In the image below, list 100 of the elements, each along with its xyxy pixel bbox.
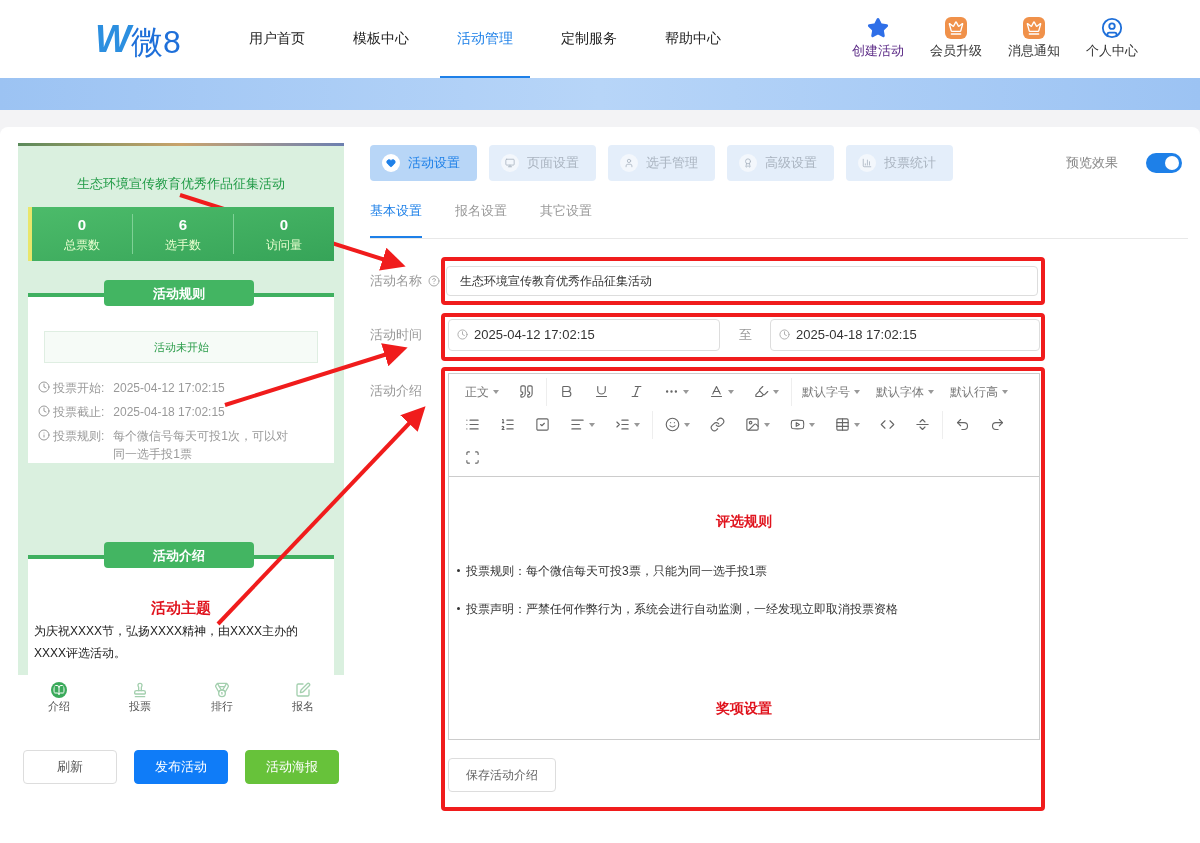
clock-icon: [38, 381, 50, 394]
nav-item-icon: [295, 681, 312, 698]
nav-item-icon: [50, 681, 67, 698]
bottom-nav-item[interactable]: 报名: [262, 675, 344, 721]
emoji-icon: [665, 417, 680, 432]
header-action[interactable]: 个人中心: [1086, 17, 1138, 61]
header-action[interactable]: 创建活动: [852, 17, 904, 61]
caret-icon: [493, 389, 499, 394]
intro-subtitle: 活动主题: [150, 598, 212, 619]
checkbox-icon: [535, 417, 550, 432]
content-text: 投票规则：每个微信每天可投3票，只能为同一选手投1票: [466, 562, 768, 580]
preview-action-button[interactable]: 刷新: [23, 750, 117, 784]
bullet-icon: [457, 607, 460, 610]
info-icon: [38, 429, 50, 442]
nav-tab[interactable]: 用户首页: [232, 0, 322, 78]
divider-icon: [915, 417, 930, 432]
rule-label: 投票开始:: [53, 380, 105, 398]
caret-icon: [773, 389, 779, 394]
table-icon: [835, 417, 850, 432]
content-text: 投票声明：严禁任何作弊行为，系统会进行自动监测，一经发现立即取消投票资格: [466, 600, 898, 618]
date-input[interactable]: 2025-04-12 17:02:15: [448, 318, 720, 351]
numbered-list-icon: [500, 417, 515, 432]
preview-action-button[interactable]: 发布活动: [134, 750, 228, 784]
format-dropdown[interactable]: 默认字号: [796, 382, 866, 401]
header-action[interactable]: 会员升级: [930, 17, 982, 61]
rule-value: 2025-04-12 17:02:15: [113, 380, 226, 398]
caret-icon: [1002, 389, 1008, 394]
logo[interactable]: W微8: [95, 20, 215, 58]
quote-icon: [519, 384, 534, 399]
caret-icon: [854, 422, 860, 427]
caret-icon: [854, 389, 860, 394]
link-icon: [710, 417, 725, 432]
field-label: 活动介绍: [370, 381, 423, 400]
caret-icon: [589, 422, 595, 427]
star-icon: [867, 17, 889, 40]
section-ribbon: 活动规则: [104, 280, 254, 307]
clock-icon: [779, 329, 790, 340]
stat-label: 访问量: [266, 237, 302, 255]
header-action[interactable]: 消息通知: [1008, 17, 1060, 61]
format-dropdown[interactable]: 默认行高: [944, 382, 1014, 401]
sub-tab[interactable]: 基本设置: [370, 201, 422, 238]
caret-icon: [634, 422, 640, 427]
bold-icon: [559, 384, 574, 399]
status-box: 活动未开始: [44, 331, 318, 364]
stat-value: 6: [178, 214, 188, 235]
redo-icon: [990, 417, 1005, 432]
preview-toggle[interactable]: [1146, 153, 1182, 173]
highlight-icon: [754, 384, 769, 399]
name-input[interactable]: 生态环境宣传教育优秀作品征集活动: [446, 265, 1038, 296]
section-ribbon: 活动介绍: [104, 542, 254, 569]
nav-tab[interactable]: 帮助中心: [648, 0, 738, 78]
content-heading: 评选规则: [714, 511, 773, 531]
tab-icon: [624, 158, 634, 168]
help-icon: [428, 274, 440, 287]
tab-icon: [743, 158, 753, 168]
content-heading: 奖项设置: [715, 698, 773, 718]
underline-icon: [594, 384, 609, 399]
caret-icon: [683, 389, 689, 394]
bottom-nav-item[interactable]: 排行: [181, 675, 263, 721]
nav-item-icon: [132, 681, 149, 698]
bullet-icon: [457, 569, 460, 572]
clock-icon: [457, 329, 468, 340]
field-label: 活动名称: [370, 271, 423, 290]
caret-icon: [928, 389, 934, 394]
video-icon: [790, 417, 805, 432]
caret-icon: [809, 422, 815, 427]
undo-icon: [955, 417, 970, 432]
stat-value: 0: [279, 214, 289, 235]
rule-value: 每个微信号每天可投1次，可以对同一选手投1票: [113, 428, 290, 464]
stat-value: 0: [77, 214, 87, 235]
clock-icon: [38, 405, 50, 418]
nav-tab[interactable]: 模板中心: [336, 0, 426, 78]
rule-label: 投票截止:: [53, 404, 105, 422]
align-icon: [570, 417, 585, 432]
date-input[interactable]: 2025-04-18 17:02:15: [770, 318, 1040, 351]
stat-label: 总票数: [64, 237, 100, 255]
paragraph-dropdown[interactable]: 正文: [457, 382, 507, 401]
save-intro-button[interactable]: 保存活动介绍: [448, 757, 556, 792]
caret-icon: [684, 422, 690, 427]
fullscreen-icon: [465, 450, 480, 465]
indent-icon: [615, 417, 630, 432]
bottom-nav-item[interactable]: 介绍: [18, 675, 100, 721]
caret-icon: [764, 422, 770, 427]
bottom-nav-item[interactable]: 投票: [99, 675, 181, 721]
font-color-icon: [709, 384, 724, 399]
crown-badge-icon: [1023, 17, 1045, 40]
format-dropdown[interactable]: 默认字体: [870, 382, 940, 401]
rule-value: 2025-04-18 17:02:15: [113, 404, 226, 422]
italic-icon: [629, 384, 644, 399]
code-icon: [880, 417, 895, 432]
user-icon: [1101, 17, 1123, 40]
caret-icon: [728, 389, 734, 394]
intro-text: 为庆祝XXXX节，弘扬XXXX精神，由XXXX主办的XXXX评选活动。: [34, 622, 300, 662]
editor-content[interactable]: 评选规则 投票规则：每个微信每天可投3票，只能为同一选手投1票 投票声明：严禁任何作弊行为，系统会进行自动监测，一经发现立即取消投票资格 奖项设置: [449, 475, 1039, 739]
tab-icon: [862, 158, 872, 168]
preview-title: 生态环境宣传教育优秀作品征集活动: [77, 175, 285, 194]
nav-tab[interactable]: 定制服务: [544, 0, 634, 78]
field-label: 活动时间: [370, 325, 423, 344]
rule-label: 投票规则:: [53, 428, 105, 446]
toggle-label: 预览效果: [1066, 154, 1118, 173]
